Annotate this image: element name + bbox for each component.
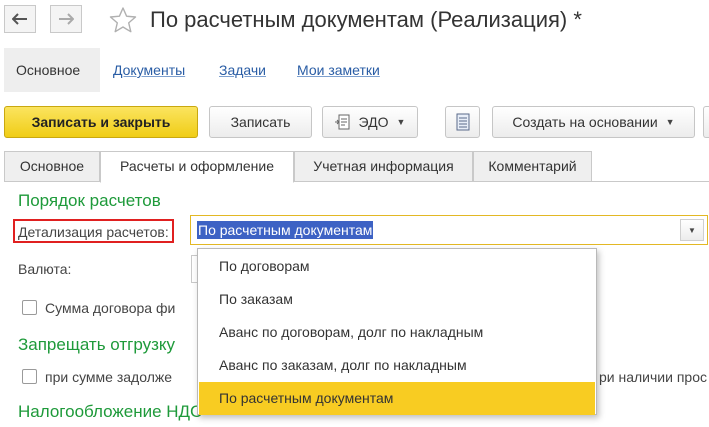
option-advance-orders[interactable]: Аванс по заказам, долг по накладным [199, 349, 595, 382]
edo-label: ЭДО [358, 114, 389, 130]
option-by-orders[interactable]: По заказам [199, 283, 595, 316]
list-document-icon [456, 113, 469, 131]
option-label: Аванс по договорам, долг по накладным [219, 324, 484, 340]
arrow-right-icon [59, 13, 74, 25]
section-notes-link[interactable]: Мои заметки [297, 62, 380, 78]
forbid-shipment-heading: Запрещать отгрузку [18, 335, 176, 354]
tab-comment[interactable]: Комментарий [473, 151, 592, 182]
more-button[interactable] [703, 106, 709, 138]
tab-accounting-info[interactable]: Учетная информация [294, 151, 473, 182]
option-by-contracts[interactable]: По договорам [199, 250, 595, 283]
currency-label: Валюта: [18, 261, 72, 277]
save-button[interactable]: Записать [209, 106, 312, 138]
chevron-down-icon: ▼ [665, 117, 675, 127]
option-label: По заказам [219, 291, 293, 307]
chevron-down-icon: ▼ [688, 225, 696, 235]
back-button[interactable] [4, 5, 36, 33]
section-main-label: Основное [16, 62, 81, 78]
vat-heading: Налогообложение НДС [18, 402, 203, 421]
tab-settlements[interactable]: Расчеты и оформление [100, 151, 294, 183]
section-tasks-link[interactable]: Задачи [219, 62, 266, 78]
contract-sum-checkbox[interactable] [22, 300, 37, 315]
detail-select[interactable]: По расчетным документам ▼ [190, 215, 708, 245]
detail-label-text: Детализация расчетов: [18, 224, 169, 240]
overdue-debt-label: ри наличии прос [599, 369, 707, 385]
create-based-on-button[interactable]: Создать на основании ▼ [492, 106, 695, 138]
option-advance-contracts[interactable]: Аванс по договорам, долг по накладным [199, 316, 595, 349]
post-and-close-button[interactable]: Записать и закрыть [4, 106, 198, 138]
debt-sum-label: при сумме задолже [45, 369, 173, 385]
detail-select-value: По расчетным документам [197, 221, 374, 239]
arrow-left-icon [12, 13, 27, 25]
tab-comment-label: Комментарий [488, 158, 577, 174]
chevron-down-icon: ▼ [396, 117, 406, 127]
tab-main-label: Основное [19, 158, 85, 174]
section-documents-link[interactable]: Документы [113, 62, 185, 78]
edo-button[interactable]: ЭДО ▼ [322, 106, 418, 138]
forward-button[interactable] [50, 5, 82, 33]
option-label: Аванс по заказам, долг по накладным [219, 357, 467, 373]
section-main[interactable]: Основное [4, 48, 100, 92]
post-and-close-label: Записать и закрыть [31, 114, 171, 130]
tab-settlements-label: Расчеты и оформление [120, 158, 274, 174]
detail-label: Детализация расчетов: [13, 219, 174, 243]
settlement-order-heading: Порядок расчетов [18, 191, 161, 210]
section-notes[interactable]: Мои заметки [297, 48, 380, 92]
save-label: Записать [230, 114, 291, 130]
dropdown-toggle-button[interactable]: ▼ [680, 219, 704, 241]
section-tasks[interactable]: Задачи [219, 48, 266, 92]
option-label: По расчетным документам [219, 390, 394, 406]
option-by-settlement-docs[interactable]: По расчетным документам [199, 382, 595, 415]
detail-dropdown-list: По договорам По заказам Аванс по договор… [197, 248, 597, 415]
window-title: По расчетным документам (Реализация) * [150, 7, 582, 32]
favorite-star-icon[interactable] [108, 6, 138, 37]
tab-main[interactable]: Основное [4, 151, 100, 182]
option-label: По договорам [219, 258, 310, 274]
section-documents[interactable]: Документы [113, 48, 185, 92]
report-button[interactable] [445, 106, 480, 138]
create-based-on-label: Создать на основании [512, 114, 658, 130]
debt-sum-checkbox[interactable] [22, 369, 37, 384]
contract-sum-label: Сумма договора фи [45, 300, 176, 316]
edo-icon [334, 114, 350, 130]
tab-accounting-info-label: Учетная информация [313, 158, 454, 174]
